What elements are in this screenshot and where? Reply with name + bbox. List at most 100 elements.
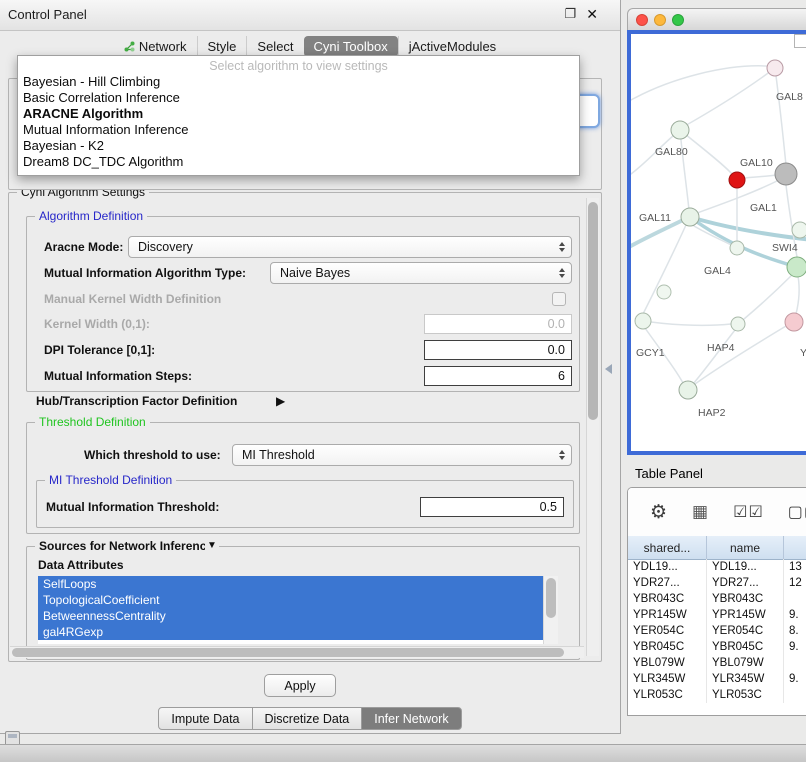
gear-icon[interactable]: ⚙ xyxy=(650,501,668,524)
network-node[interactable] xyxy=(671,121,689,139)
control-panel-titlebar: Control Panel ❐ ✕ xyxy=(0,0,620,31)
network-node[interactable] xyxy=(785,313,803,331)
expand-right-triangle-icon[interactable]: ▶ xyxy=(276,394,285,408)
algorithm-popup-list: Bayesian - Hill ClimbingBasic Correlatio… xyxy=(18,74,579,170)
clear-selection-icon[interactable]: ▢▢ xyxy=(788,502,806,522)
bottom-tab-impute-data[interactable]: Impute Data xyxy=(158,707,252,730)
algorithm-option-aracne-algorithm[interactable]: ARACNE Algorithm xyxy=(18,106,579,122)
network-node[interactable] xyxy=(635,313,651,329)
splitter-collapse-arrow[interactable] xyxy=(605,364,612,374)
network-node[interactable] xyxy=(730,241,744,255)
table-row[interactable]: YLR053CYLR053C xyxy=(628,687,806,703)
column-header[interactable]: name xyxy=(707,536,784,559)
column-header[interactable] xyxy=(784,536,806,559)
table-cell xyxy=(784,687,806,703)
attributes-list-scrollbar[interactable] xyxy=(543,576,558,644)
network-node[interactable] xyxy=(729,172,745,188)
close-traffic-icon[interactable] xyxy=(636,14,648,26)
minimize-traffic-icon[interactable] xyxy=(654,14,666,26)
dpi-tolerance-field[interactable]: 0.0 xyxy=(424,340,572,360)
network-node[interactable] xyxy=(787,257,806,277)
table-header-row: shared...name xyxy=(628,536,806,560)
table-panel-title: Table Panel xyxy=(635,466,703,481)
table-cell: YDR27... xyxy=(707,575,784,591)
table-cell: YBL079W xyxy=(628,655,707,671)
zoom-traffic-icon[interactable] xyxy=(672,14,684,26)
table-cell: YER054C xyxy=(628,623,707,639)
settings-vertical-scrollbar[interactable] xyxy=(586,198,599,656)
tab-select[interactable]: Select xyxy=(246,36,303,57)
network-node[interactable] xyxy=(679,381,697,399)
table-row[interactable]: YBL079WYBL079W xyxy=(628,655,806,671)
algorithm-option-basic-correlation-inference[interactable]: Basic Correlation Inference xyxy=(18,90,579,106)
algorithm-option-bayesian-hill-climbing[interactable]: Bayesian - Hill Climbing xyxy=(18,74,579,90)
network-node[interactable] xyxy=(657,285,671,299)
network-edge xyxy=(775,68,786,165)
hub-definition-label[interactable]: Hub/Transcription Factor Definition xyxy=(36,394,237,408)
table-row[interactable]: YLR345WYLR345W9. xyxy=(628,671,806,687)
attribute-item-betweennesscentrality[interactable]: BetweennessCentrality xyxy=(38,608,543,624)
desktop: Control Panel ❐ ✕ Network StyleSelectCyni… xyxy=(0,0,806,762)
tab-style[interactable]: Style xyxy=(197,36,247,57)
columns-icon[interactable]: ▦ xyxy=(692,502,709,522)
network-node[interactable] xyxy=(767,60,783,76)
table-row[interactable]: YPR145WYPR145W9. xyxy=(628,607,806,623)
table-cell: YPR145W xyxy=(707,607,784,623)
table-toolbar: ⚙ ▦ ☑☑ ▢▢ xyxy=(628,488,806,537)
algorithm-option-mutual-information-inference[interactable]: Mutual Information Inference xyxy=(18,122,579,138)
algorithm-option-dream8-dc-tdc-algorithm[interactable]: Dream8 DC_TDC Algorithm xyxy=(18,154,579,170)
settings-horizontal-scrollbar[interactable] xyxy=(10,646,584,658)
float-window-icon[interactable]: ❐ xyxy=(564,6,576,22)
mi-threshold-field[interactable]: 0.5 xyxy=(420,497,564,517)
network-node[interactable] xyxy=(731,317,745,331)
kernel-width-field[interactable]: 0.0 xyxy=(424,314,572,334)
scrollbar-thumb[interactable] xyxy=(588,202,598,420)
network-edge xyxy=(693,330,735,384)
bottom-tab-infer-network[interactable]: Infer Network xyxy=(361,707,461,730)
apply-button[interactable]: Apply xyxy=(264,674,336,697)
network-edge xyxy=(796,276,799,314)
table-row[interactable]: YER054CYER054C8. xyxy=(628,623,806,639)
table-row[interactable]: YBR045CYBR045C9. xyxy=(628,639,806,655)
column-header[interactable]: shared... xyxy=(628,536,707,559)
table-cell: 13 xyxy=(784,559,806,575)
network-node[interactable] xyxy=(775,163,797,185)
tab-network[interactable]: Network xyxy=(114,36,197,57)
network-node-label: GAL80 xyxy=(655,146,688,158)
which-threshold-select[interactable]: MI Threshold xyxy=(232,444,572,466)
combo-arrows-icon xyxy=(559,263,565,283)
sources-group-title[interactable]: Sources for Network Inference xyxy=(35,539,217,553)
mi-steps-field[interactable]: 6 xyxy=(424,366,572,386)
tab-jactivemodules[interactable]: jActiveModules xyxy=(398,36,506,57)
network-node-label: HAP2 xyxy=(698,407,726,419)
close-icon[interactable]: ✕ xyxy=(586,6,598,23)
network-edge xyxy=(683,68,775,127)
network-canvas[interactable]: GAL8GAL80GAL10GAL11GAL1SWI4GAL4GCY1HAP4Y… xyxy=(631,34,806,451)
scrollbar-thumb[interactable] xyxy=(12,648,564,657)
network-node[interactable] xyxy=(792,222,806,238)
bottom-tab-discretize-data[interactable]: Discretize Data xyxy=(252,707,363,730)
table-row[interactable]: YDL19...YDL19...13 xyxy=(628,559,806,575)
mi-algorithm-type-select[interactable]: Naive Bayes xyxy=(270,262,572,284)
tab-cyni-toolbox[interactable]: Cyni Toolbox xyxy=(304,36,398,57)
attribute-item-topologicalcoefficient[interactable]: TopologicalCoefficient xyxy=(38,592,543,608)
network-node-label: SWI4 xyxy=(772,242,798,254)
scrollbar-thumb[interactable] xyxy=(546,578,556,618)
attribute-item-gal4rgexp[interactable]: gal4RGexp xyxy=(38,624,543,640)
manual-kernel-checkbox[interactable] xyxy=(552,292,566,306)
table-row[interactable]: YBR043CYBR043C xyxy=(628,591,806,607)
algorithm-option-bayesian-k2[interactable]: Bayesian - K2 xyxy=(18,138,579,154)
table-cell: YDL19... xyxy=(707,559,784,575)
aracne-mode-select[interactable]: Discovery xyxy=(128,236,572,258)
tab-label: Network xyxy=(139,39,187,54)
attribute-item-selfloops[interactable]: SelfLoops xyxy=(38,576,543,592)
data-attributes-list: SelfLoopsTopologicalCoefficientBetweenne… xyxy=(38,576,557,644)
network-edge xyxy=(631,66,767,100)
collapse-down-triangle-icon[interactable]: ▼ xyxy=(205,540,219,551)
table-cell: YPR145W xyxy=(628,607,707,623)
network-node-label: HAP4 xyxy=(707,342,735,354)
network-node[interactable] xyxy=(681,208,699,226)
network-node-label: GAL1 xyxy=(750,202,777,214)
select-all-icon[interactable]: ☑☑ xyxy=(733,502,764,522)
table-row[interactable]: YDR27...YDR27...12 xyxy=(628,575,806,591)
